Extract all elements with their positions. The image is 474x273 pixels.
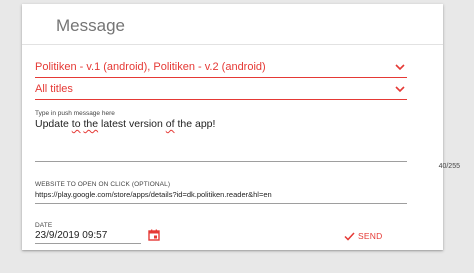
website-label: Website to open on click (optional) xyxy=(35,181,171,188)
message-text: of xyxy=(165,118,175,130)
calendar-icon[interactable] xyxy=(148,229,160,241)
date-input[interactable]: 23/9/2019 09:57 xyxy=(35,230,107,241)
chevron-down-icon xyxy=(395,86,405,93)
date-underline xyxy=(35,243,141,244)
app-select[interactable]: Politiken - v.1 (android), Politiken - v… xyxy=(35,59,407,78)
message-text: latest version xyxy=(98,118,166,130)
checkmark-icon xyxy=(344,231,355,241)
textarea-underline xyxy=(35,161,407,162)
website-underline xyxy=(35,203,407,204)
message-text: Update xyxy=(35,118,72,130)
card-header: Message xyxy=(22,4,443,45)
card-title: Message xyxy=(56,16,125,35)
send-button[interactable]: SEND xyxy=(344,229,382,243)
chevron-down-icon xyxy=(395,64,405,71)
push-message-textarea[interactable]: Update to the latest version of the app! xyxy=(35,118,215,130)
message-text: the xyxy=(83,118,99,130)
send-button-label: SEND xyxy=(358,231,383,241)
push-message-label: Type in push message here xyxy=(35,110,115,117)
app-select-value: Politiken - v.1 (android), Politiken - v… xyxy=(35,61,266,73)
character-counter: 40/255 xyxy=(438,163,460,170)
titles-select[interactable]: All titles xyxy=(35,81,407,100)
titles-select-value: All titles xyxy=(35,83,73,95)
website-input[interactable]: https://play.google.com/store/apps/detai… xyxy=(35,190,407,199)
message-text: to xyxy=(71,118,81,130)
message-text: the app! xyxy=(174,118,216,130)
date-label: Date xyxy=(35,222,53,229)
